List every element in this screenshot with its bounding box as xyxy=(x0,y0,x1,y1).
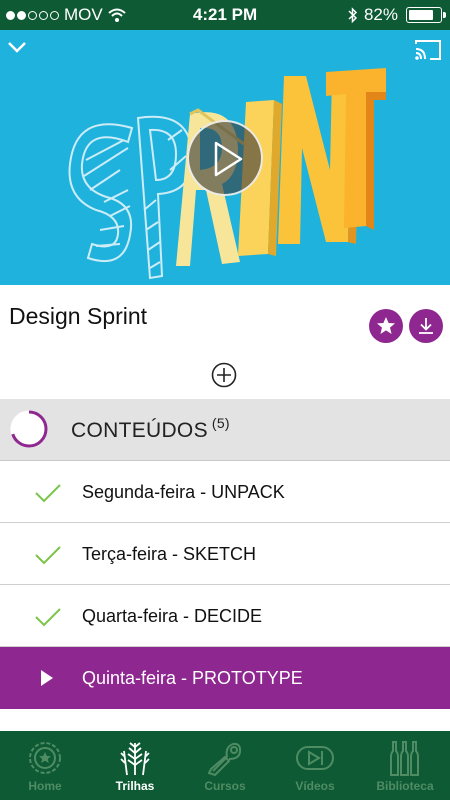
course-title: Design Sprint xyxy=(9,303,148,329)
video-icon xyxy=(296,746,334,770)
wheat-icon xyxy=(120,742,150,776)
battery-percent: 82% xyxy=(363,5,398,24)
list-item[interactable]: Segunda-feira - UNPACK xyxy=(0,461,450,523)
contents-title: CONTEÚDOS (5) xyxy=(71,415,230,443)
list-item-label: Terça-feira - SKETCH xyxy=(82,544,257,564)
nav-item-biblioteca[interactable]: Biblioteca xyxy=(360,731,450,800)
nav-item-cursos[interactable]: Cursos xyxy=(180,731,270,800)
cast-icon[interactable] xyxy=(414,38,442,62)
progress-ring xyxy=(10,410,48,448)
list-item[interactable]: Terça-feira - SKETCH xyxy=(0,523,450,585)
download-icon xyxy=(419,318,433,334)
bluetooth-icon xyxy=(348,6,358,23)
list-item-label: Quarta-feira - DECIDE xyxy=(82,606,263,626)
battery-icon xyxy=(406,7,446,23)
video-player[interactable] xyxy=(0,30,450,285)
star-icon xyxy=(377,317,395,334)
nav-label: Trilhas xyxy=(115,779,155,793)
nav-item-trilhas[interactable]: Trilhas xyxy=(90,731,180,800)
nav-label: Vídeos xyxy=(295,779,335,793)
check-icon xyxy=(35,546,61,565)
play-icon xyxy=(41,670,53,686)
play-button[interactable] xyxy=(187,120,263,196)
letter-s-chalk xyxy=(68,123,134,263)
nav-label: Home xyxy=(28,779,62,793)
plus-circle-icon[interactable] xyxy=(211,362,237,388)
play-icon xyxy=(214,141,243,177)
nav-item-videos[interactable]: Vídeos xyxy=(270,731,360,800)
favorite-button[interactable] xyxy=(369,309,403,343)
list-item-label: Segunda-feira - UNPACK xyxy=(82,482,285,502)
bottom-nav: Home Trilhas Cursos Vídeos Biblioteca xyxy=(0,731,450,800)
download-button[interactable] xyxy=(409,309,443,343)
chevron-down-icon[interactable] xyxy=(6,36,28,58)
nav-label: Cursos xyxy=(204,779,246,793)
contents-header[interactable]: CONTEÚDOS (5) xyxy=(0,399,450,461)
check-icon xyxy=(35,608,61,627)
bottle-opener-icon xyxy=(207,742,242,777)
list-item-label: Quinta-feira - PROTOTYPE xyxy=(82,668,303,688)
nav-item-home[interactable]: Home xyxy=(0,731,90,800)
list-item-active[interactable]: Quinta-feira - PROTOTYPE xyxy=(0,647,450,709)
status-right: 82% xyxy=(348,5,446,25)
contents-title-text: CONTEÚDOS xyxy=(71,419,208,442)
list-item[interactable]: Quarta-feira - DECIDE xyxy=(0,585,450,647)
bottles-icon xyxy=(390,741,419,776)
check-icon xyxy=(35,484,61,503)
beer-cap-icon xyxy=(29,742,61,774)
nav-label: Biblioteca xyxy=(376,779,434,793)
contents-count: (5) xyxy=(211,415,230,431)
status-bar: MOV 4:21 PM 82% xyxy=(0,0,450,30)
